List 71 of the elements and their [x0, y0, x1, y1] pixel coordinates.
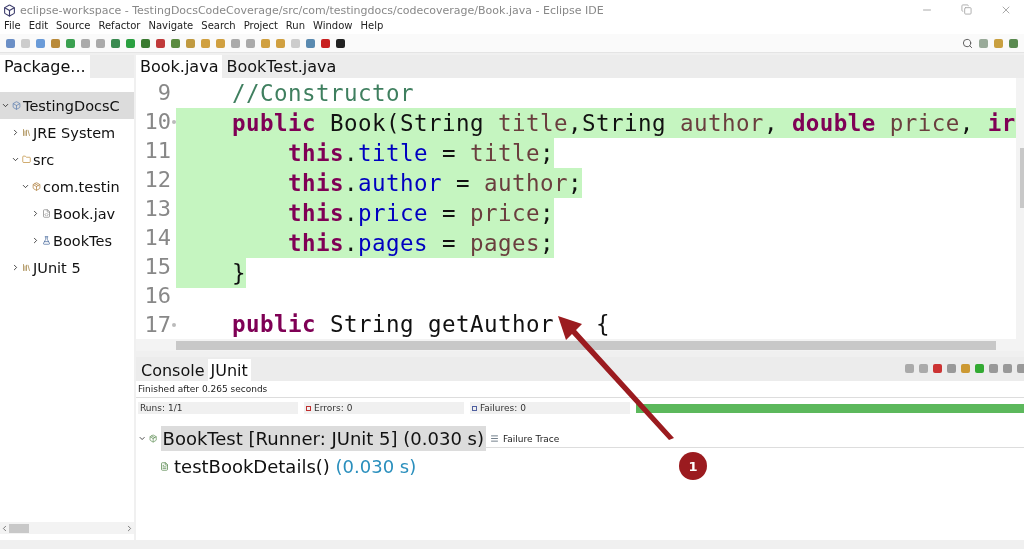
line-number: 13: [143, 195, 172, 223]
menu-item[interactable]: Help: [360, 20, 384, 34]
tree-item[interactable]: JRE System: [0, 119, 134, 146]
counter-label: Errors:: [314, 403, 344, 413]
collapse-chevron-icon[interactable]: [31, 209, 40, 218]
scrollbar-thumb[interactable]: [9, 523, 29, 533]
scroll-right-icon[interactable]: [125, 523, 134, 533]
horizontal-scrollbar[interactable]: [0, 522, 134, 534]
folder-icon: [22, 155, 31, 164]
tree-item[interactable]: src: [0, 146, 134, 173]
menu-item[interactable]: Refactor: [98, 20, 141, 34]
menu-item[interactable]: Search: [201, 20, 236, 34]
close-icon[interactable]: [1000, 4, 1012, 16]
counter-label: Failures:: [480, 403, 518, 413]
test-suite-icon: [149, 433, 158, 443]
window-title: eclipse-workspace - TestingDocsCodeCoverage/src/com/testingdocs/codecoverage/Book.java - Eclipse IDE: [20, 3, 604, 17]
expand-chevron-icon[interactable]: [1, 101, 10, 110]
menu-item[interactable]: Window: [313, 20, 353, 34]
package-icon: [32, 182, 41, 191]
line-number: 11: [143, 137, 172, 165]
tree-item[interactable]: com.testin: [0, 173, 134, 200]
menu-item[interactable]: Project: [243, 20, 278, 34]
menu-item[interactable]: File: [4, 20, 21, 34]
menu-item[interactable]: Source: [56, 20, 91, 34]
line-number: 17: [136, 310, 176, 339]
menu-item[interactable]: Navigate: [148, 20, 194, 34]
counter-value: 0: [346, 403, 353, 413]
view-tab[interactable]: Package...: [0, 55, 90, 78]
project-icon: [12, 101, 21, 110]
collapse-chevron-icon[interactable]: [31, 236, 40, 245]
counter-icon: [472, 405, 477, 411]
menu-item[interactable]: Run: [285, 20, 306, 34]
expand-chevron-icon[interactable]: [11, 155, 20, 164]
line-number: 14: [143, 224, 172, 252]
app-logo-icon: [3, 3, 16, 17]
line-number: 16: [143, 282, 172, 310]
menu-item[interactable]: Edit: [28, 20, 49, 34]
expand-chevron-icon[interactable]: [21, 182, 30, 191]
counter-value: 1/1: [168, 403, 183, 413]
tree-item[interactable]: TestingDocsC: [0, 92, 134, 119]
counter-value: 0: [520, 403, 527, 413]
editor-tab[interactable]: Book.java: [136, 55, 223, 78]
test-item[interactable]: BookTest [Runner: JUnit 5] (0.030 s): [160, 425, 486, 451]
scroll-left-icon[interactable]: [0, 523, 9, 533]
panel-tab[interactable]: Console: [138, 359, 208, 381]
counter-icon: [306, 405, 311, 411]
tree-item[interactable]: JUnit 5: [0, 254, 134, 281]
tree-item[interactable]: BookTes: [0, 227, 134, 254]
line-number: 12: [143, 166, 172, 194]
library-icon: [22, 128, 31, 137]
tree-item[interactable]: Book.jav: [0, 200, 134, 227]
code-line: public String getAuthor {: [231, 310, 610, 339]
test-item[interactable]: testBookDetails() (0.030 s): [172, 453, 419, 479]
file-icon: [42, 209, 51, 218]
test-case-icon: [160, 461, 169, 471]
failure-trace-title: Failure Trace: [503, 433, 560, 444]
horizontal-scrollbar[interactable]: [136, 339, 1024, 351]
editor-tab[interactable]: BookTest.java: [222, 55, 341, 78]
collapse-chevron-icon[interactable]: [11, 263, 20, 272]
stack-trace-icon: [490, 434, 499, 443]
line-number: 10: [136, 107, 176, 136]
code-line: //Constructor: [231, 79, 414, 108]
restore-icon[interactable]: [961, 4, 972, 15]
search-icon[interactable]: [962, 37, 973, 49]
collapse-chevron-icon[interactable]: [11, 128, 20, 137]
library-icon: [22, 263, 31, 272]
flask-icon: [42, 236, 51, 245]
counter-label: Runs:: [140, 403, 165, 413]
line-number: 15: [143, 253, 172, 281]
panel-tab[interactable]: JUnit: [207, 359, 251, 381]
line-number: 9: [156, 79, 172, 107]
